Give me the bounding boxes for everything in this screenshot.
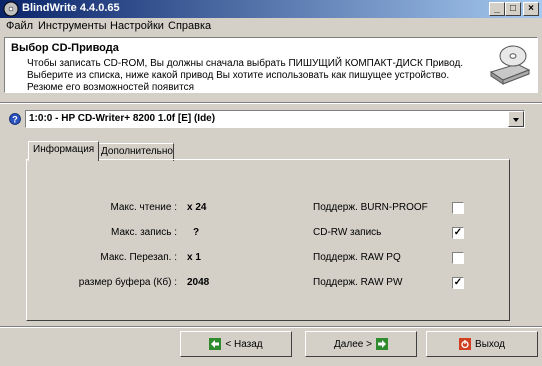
- max-write-label: Макс. запись :: [111, 227, 177, 238]
- exit-button-label: Выход: [475, 338, 505, 350]
- max-rewrite-value: x 1: [187, 252, 201, 263]
- minimize-button[interactable]: _: [489, 2, 505, 16]
- raw-pq-checkbox[interactable]: [452, 252, 464, 264]
- max-read-label: Макс. чтение :: [110, 202, 177, 213]
- max-rewrite-label: Макс. Перезап. :: [100, 252, 177, 263]
- exit-icon: [459, 338, 472, 350]
- menu-bar: Файл Инструменты Настройки Справка: [0, 18, 542, 36]
- maximize-button[interactable]: □: [505, 2, 521, 16]
- cdrw-write-checkbox[interactable]: ✓: [452, 227, 464, 239]
- app-logo-icon: [3, 1, 19, 17]
- chevron-down-icon[interactable]: [508, 111, 524, 127]
- next-button-label: Далее >: [334, 338, 372, 350]
- tab-information[interactable]: Информация: [28, 141, 100, 161]
- raw-pq-label: Поддерж. RAW PQ: [313, 252, 401, 263]
- back-button-label: < Назад: [225, 338, 263, 350]
- burn-proof-label: Поддерж. BURN-PROOF: [313, 202, 428, 213]
- arrow-left-icon: [209, 338, 222, 350]
- menu-file[interactable]: Файл: [6, 20, 33, 32]
- menu-settings[interactable]: Настройки: [110, 20, 164, 32]
- back-button[interactable]: < Назад: [180, 331, 292, 357]
- header-description-line: Чтобы записать CD-ROM, Вы должны сначала…: [27, 58, 464, 69]
- divider: [0, 102, 542, 104]
- tab-panel: Макс. чтение : x 24 Макс. запись : ? Мак…: [26, 159, 510, 321]
- svg-text:?: ?: [12, 115, 18, 125]
- page-title: Выбор CD-Привода: [11, 42, 119, 54]
- exit-button[interactable]: Выход: [426, 331, 538, 357]
- buffer-size-label: размер буфера (Кб) :: [78, 277, 177, 288]
- burn-proof-checkbox[interactable]: [452, 202, 464, 214]
- buffer-size-value: 2048: [187, 277, 210, 288]
- drive-dropdown[interactable]: 1:0:0 - HP CD-Writer+ 8200 1.0f [E] (Ide…: [25, 110, 525, 128]
- raw-pw-checkbox[interactable]: ✓: [452, 277, 464, 289]
- next-button[interactable]: Далее >: [305, 331, 417, 357]
- header-description-line: Выберите из списка, ниже какой привод Вы…: [27, 70, 450, 81]
- main-window: BlindWrite 4.4.0.65 _ □ × Файл Инструмен…: [0, 0, 542, 366]
- menu-tools[interactable]: Инструменты: [38, 20, 107, 32]
- arrow-right-icon: [375, 338, 388, 350]
- drive-dropdown-value: 1:0:0 - HP CD-Writer+ 8200 1.0f [E] (Ide…: [29, 113, 216, 124]
- divider: [0, 326, 542, 328]
- cdrw-write-label: CD-RW запись: [313, 227, 382, 238]
- title-bar[interactable]: BlindWrite 4.4.0.65 _ □ ×: [0, 0, 542, 18]
- cd-drive-icon: [489, 45, 531, 85]
- menu-help[interactable]: Справка: [168, 20, 211, 32]
- header-description-line: Резюме его возможностей появится: [27, 82, 194, 93]
- raw-pw-label: Поддерж. RAW PW: [313, 277, 403, 288]
- max-read-value: x 24: [187, 202, 207, 213]
- help-icon[interactable]: ?: [9, 113, 21, 125]
- header-panel: Выбор CD-Привода Чтобы записать CD-ROM, …: [4, 37, 538, 93]
- close-button[interactable]: ×: [523, 2, 539, 16]
- window-title: BlindWrite 4.4.0.65: [22, 2, 120, 14]
- max-write-value: ?: [193, 227, 200, 238]
